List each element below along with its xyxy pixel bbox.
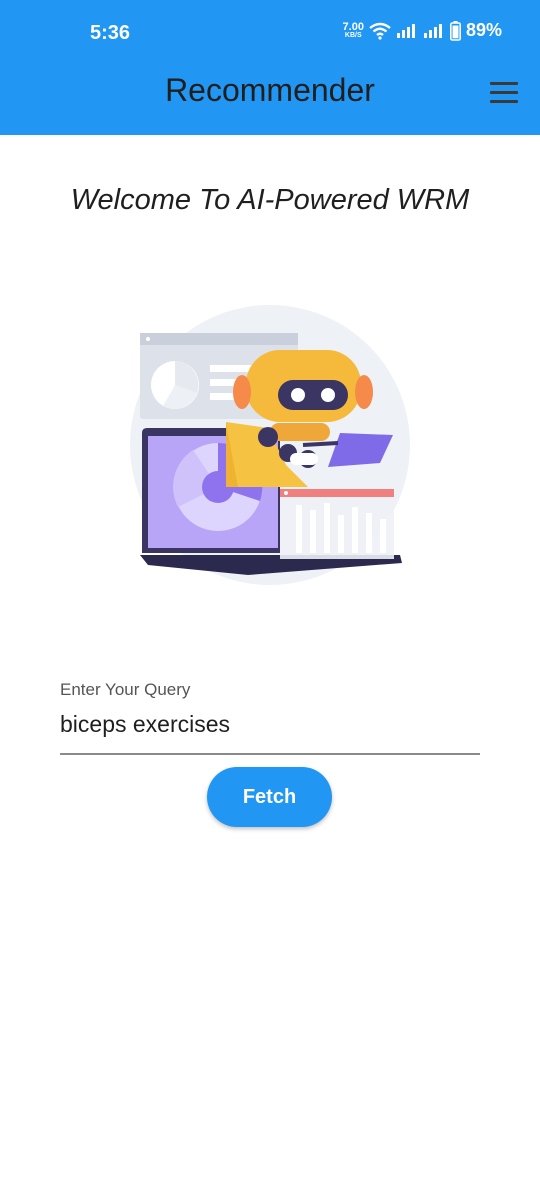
status-time: 5:36 bbox=[90, 22, 131, 44]
network-speed-value: 7.00 bbox=[342, 20, 364, 33]
welcome-heading: Welcome To AI-Powered WRM bbox=[70, 184, 470, 216]
robot-with-laptop-illustration bbox=[130, 305, 410, 585]
fetch-button[interactable]: Fetch bbox=[207, 767, 332, 827]
hamburger-menu-icon[interactable] bbox=[484, 78, 524, 108]
signal-icon bbox=[423, 23, 442, 38]
query-field-label: Enter Your Query bbox=[60, 680, 191, 699]
query-input-underline bbox=[60, 753, 480, 755]
signal-icon bbox=[396, 23, 415, 38]
app-bar: 5:36 7.00 KB/S 89% Recommender bbox=[0, 0, 540, 135]
battery-percent: 89% bbox=[465, 20, 502, 40]
page-title: Recommender bbox=[165, 72, 375, 108]
network-speed: 7.00 KB/S bbox=[342, 20, 364, 40]
query-input[interactable] bbox=[60, 704, 480, 744]
status-icons: 7.00 KB/S 89% bbox=[343, 20, 502, 41]
network-speed-unit: KB/S bbox=[344, 31, 362, 39]
battery-icon bbox=[449, 20, 461, 41]
wifi-icon bbox=[369, 22, 391, 40]
